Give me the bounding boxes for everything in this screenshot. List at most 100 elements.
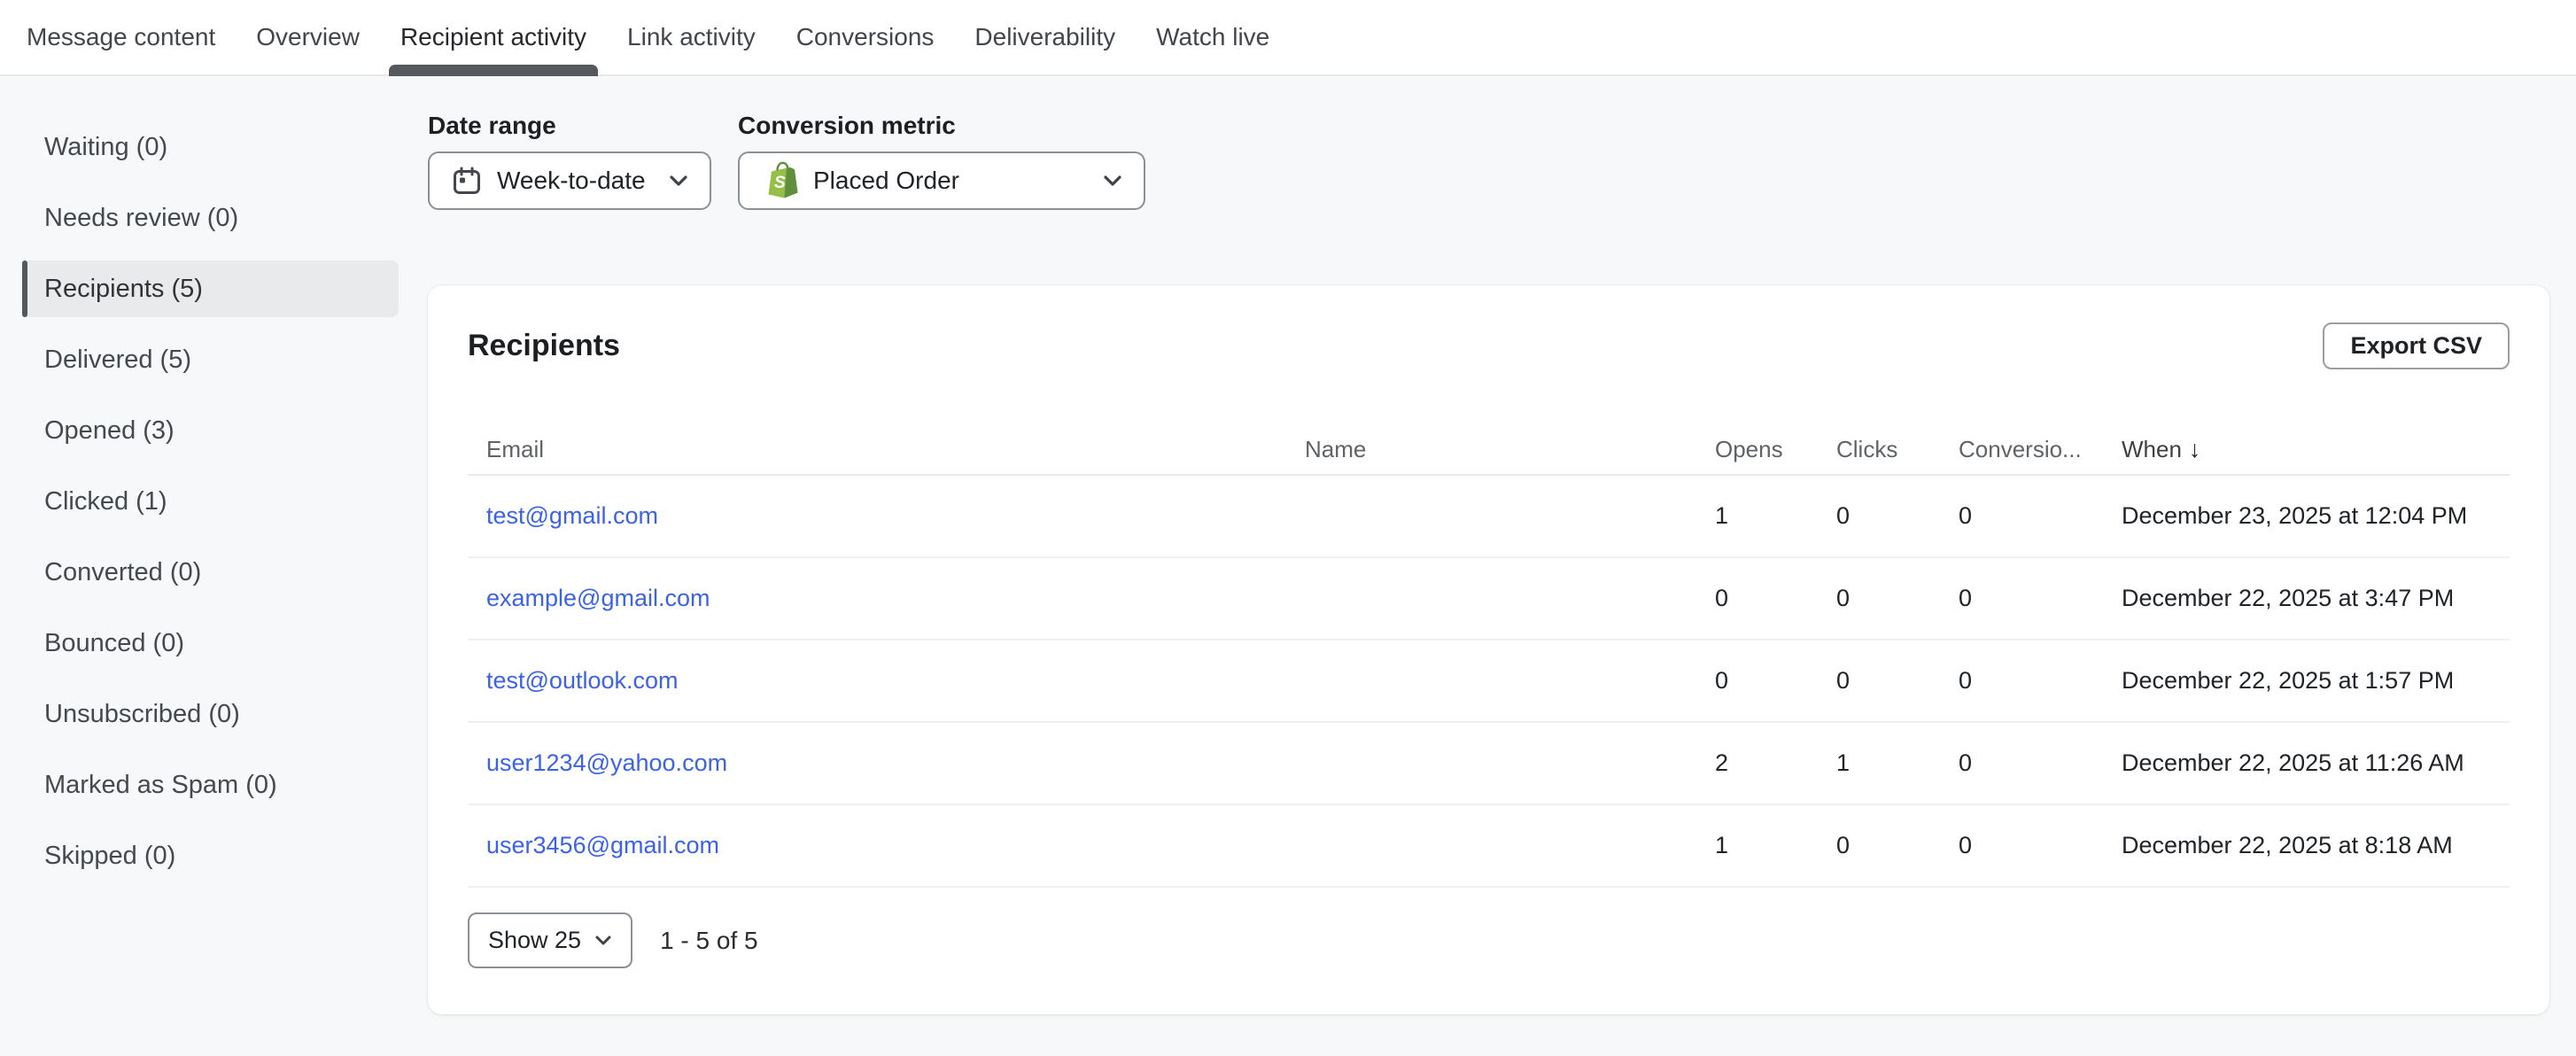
conversions-cell: 0 [1959,502,2122,530]
nav-tab-label: Overview [256,23,360,51]
filters-bar: Date range Week-to-date [428,112,2549,210]
card-title: Recipients [468,329,620,363]
column-header-conversions[interactable]: Conversio... [1959,436,2122,463]
column-header-opens[interactable]: Opens [1715,436,1836,463]
date-range-filter: Date range Week-to-date [428,112,711,210]
column-header-name[interactable]: Name [1305,436,1715,463]
sidebar-item-label: Skipped (0) [44,842,175,871]
conversions-cell: 0 [1959,585,2122,612]
sidebar-item[interactable]: Recipients (5) [22,260,399,317]
when-cell: December 22, 2025 at 8:18 AM [2122,832,2510,859]
opens-cell: 2 [1715,749,1836,777]
table-row: user3456@gmail.com 1 0 0 December 22, 20… [468,805,2510,888]
shopify-icon: S [766,161,798,200]
nav-tab[interactable]: Deliverability [963,0,1127,74]
nav-tab[interactable]: Watch live [1144,0,1281,74]
page-size-value: Show 25 [488,927,581,954]
table-row: user1234@yahoo.com 2 1 0 December 22, 20… [468,723,2510,805]
clicks-cell: 0 [1836,667,1959,695]
column-header-email[interactable]: Email [486,436,1305,463]
chevron-down-icon [594,935,612,946]
table-header-row: Email Name Opens Clicks Conversio... Whe… [468,424,2510,476]
sidebar-item-label: Opened (3) [44,416,175,446]
email-link[interactable]: test@outlook.com [486,667,679,694]
column-header-clicks[interactable]: Clicks [1836,436,1959,463]
nav-tab-label: Link activity [627,23,756,51]
conversions-cell: 0 [1959,832,2122,859]
sidebar-item[interactable]: Marked as Spam (0) [22,757,399,813]
sidebar-item-label: Delivered (5) [44,346,191,375]
chevron-down-icon [1103,175,1122,187]
sidebar-item[interactable]: Needs review (0) [22,190,399,246]
sidebar-item-label: Unsubscribed (0) [44,700,240,729]
sidebar-item-label: Clicked (1) [44,487,167,516]
column-header-when[interactable]: When ↓ [2122,436,2510,463]
table-row: test@outlook.com 0 0 0 December 22, 2025… [468,641,2510,723]
nav-tab[interactable]: Recipient activity [389,0,598,74]
sidebar-item[interactable]: Delivered (5) [22,331,399,388]
email-link[interactable]: user3456@gmail.com [486,832,719,858]
nav-tab[interactable]: Conversions [785,0,946,74]
clicks-cell: 0 [1836,502,1959,530]
export-csv-button[interactable]: Export CSV [2323,322,2510,369]
svg-text:S: S [774,174,786,192]
when-label: When [2122,436,2182,462]
sidebar-item-label: Bounced (0) [44,629,184,658]
sidebar-item-label: Needs review (0) [44,204,238,233]
calendar-icon [452,166,482,196]
sort-descending-icon: ↓ [2189,436,2201,462]
table-row: test@gmail.com 1 0 0 December 23, 2025 a… [468,476,2510,558]
when-cell: December 22, 2025 at 3:47 PM [2122,585,2510,612]
conversion-metric-label: Conversion metric [738,112,1145,140]
table-body: test@gmail.com 1 0 0 December 23, 2025 a… [468,476,2510,888]
clicks-cell: 0 [1836,585,1959,612]
main-content: Date range Week-to-date [428,76,2576,1014]
sidebar-item-label: Waiting (0) [44,133,167,162]
sidebar-item[interactable]: Unsubscribed (0) [22,686,399,742]
opens-cell: 1 [1715,502,1836,530]
recipients-card: Recipients Export CSV Email Name Opens C… [428,285,2549,1014]
nav-tab-label: Recipient activity [400,23,586,51]
status-sidebar: Waiting (0) Needs review (0) Recipients … [0,76,428,1014]
top-tab-bar: Message content Overview Recipient activ… [0,0,2576,76]
pagination-bar: Show 25 1 - 5 of 5 [468,912,2510,968]
sidebar-item[interactable]: Skipped (0) [22,827,399,884]
nav-tab-label: Deliverability [974,23,1115,51]
sidebar-item-label: Recipients (5) [44,275,203,304]
chevron-down-icon [669,175,688,187]
email-link[interactable]: test@gmail.com [486,502,658,529]
when-cell: December 22, 2025 at 1:57 PM [2122,667,2510,695]
conversion-metric-filter: Conversion metric S Placed Order [738,112,1145,210]
clicks-cell: 1 [1836,749,1959,777]
conversions-cell: 0 [1959,667,2122,695]
email-link[interactable]: example@gmail.com [486,585,710,611]
conversion-metric-value: Placed Order [813,167,959,195]
when-cell: December 23, 2025 at 12:04 PM [2122,502,2510,530]
nav-tab[interactable]: Overview [244,0,371,74]
sidebar-item[interactable]: Opened (3) [22,402,399,459]
nav-tab-label: Conversions [796,23,935,51]
pagination-range: 1 - 5 of 5 [660,927,758,955]
clicks-cell: 0 [1836,832,1959,859]
sidebar-item[interactable]: Converted (0) [22,544,399,601]
sidebar-item[interactable]: Bounced (0) [22,615,399,672]
conversion-metric-select[interactable]: S Placed Order [738,151,1145,210]
table-row: example@gmail.com 0 0 0 December 22, 202… [468,558,2510,641]
opens-cell: 0 [1715,667,1836,695]
page-size-select[interactable]: Show 25 [468,912,632,968]
conversions-cell: 0 [1959,749,2122,777]
sidebar-item[interactable]: Waiting (0) [22,119,399,175]
nav-tab[interactable]: Message content [15,0,227,74]
email-link[interactable]: user1234@yahoo.com [486,749,727,776]
page-body: Waiting (0) Needs review (0) Recipients … [0,76,2576,1014]
date-range-value: Week-to-date [497,167,646,195]
nav-tab-label: Message content [27,23,215,51]
opens-cell: 0 [1715,585,1836,612]
sidebar-item-label: Marked as Spam (0) [44,771,277,800]
sidebar-item[interactable]: Clicked (1) [22,473,399,530]
nav-tab-label: Watch live [1156,23,1269,51]
nav-tab[interactable]: Link activity [616,0,767,74]
sidebar-item-label: Converted (0) [44,558,201,587]
date-range-select[interactable]: Week-to-date [428,151,711,210]
date-range-label: Date range [428,112,711,140]
